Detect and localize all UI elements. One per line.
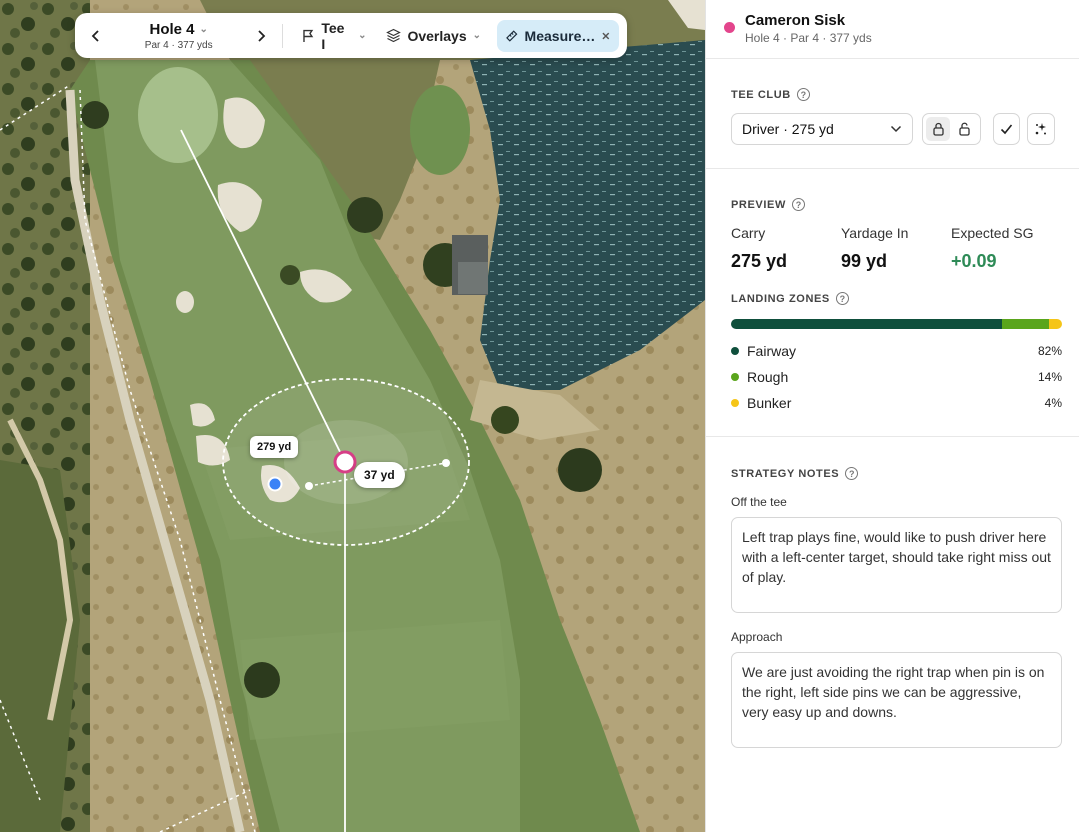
stat-carry: Carry 275 yd — [731, 225, 841, 272]
chevron-right-icon — [258, 29, 266, 42]
landing-zone-segment — [731, 319, 1003, 329]
ruler-icon — [506, 29, 518, 42]
zone-name: Fairway — [747, 343, 797, 359]
landing-zone-row: Bunker 4% — [731, 390, 1062, 416]
confirm-button[interactable] — [992, 113, 1021, 145]
distance-label-target: 37 yd — [354, 462, 405, 488]
map-toolbar: Hole 4 ⌄ Par 4 · 377 yds Tee I ⌄ Overlays… — [75, 13, 627, 58]
club-select-value: Driver · 275 yd — [742, 121, 834, 137]
chevron-left-icon — [91, 29, 99, 42]
chevron-down-icon: ⌄ — [472, 30, 482, 41]
stat-label: Expected SG — [951, 225, 1034, 241]
help-icon[interactable]: ? — [791, 198, 805, 211]
hole-subtitle: Par 4 · 377 yds — [144, 39, 213, 51]
landing-zone-segment — [1002, 319, 1049, 329]
unlock-button[interactable] — [952, 117, 977, 141]
chevron-down-icon — [890, 125, 901, 133]
landing-zones-heading: LANDING ZONES — [731, 292, 830, 305]
lock-button[interactable] — [925, 117, 951, 141]
stat-value: +0.09 — [951, 251, 997, 271]
course-map[interactable]: 279 yd 37 yd Hole 4 ⌄ Par 4 · 377 yds Tee… — [0, 0, 705, 832]
measure-label: Measure… — [524, 27, 596, 44]
stat-value: 99 yd — [841, 251, 888, 271]
stat-label: Yardage In — [841, 225, 909, 241]
player-name: Cameron Sisk — [745, 12, 846, 29]
lock-icon — [932, 122, 944, 136]
landing-zone-bar — [731, 319, 1062, 329]
landing-zone-segment — [1048, 319, 1062, 329]
preview-heading: PREVIEW — [731, 198, 786, 211]
aerial-map — [0, 0, 705, 832]
sparkle-icon — [1035, 123, 1047, 135]
help-icon[interactable]: ? — [835, 292, 849, 305]
toolbar-divider — [282, 23, 284, 48]
approach-label: Approach — [731, 630, 783, 644]
strategy-section: STRATEGY NOTES ? Off the tee Left trap p… — [706, 437, 1079, 748]
stat-yardage-in: Yardage In 99 yd — [841, 225, 951, 272]
auto-select-button[interactable] — [1027, 113, 1055, 145]
zone-color-dot — [731, 399, 739, 407]
help-icon[interactable]: ? — [845, 467, 859, 480]
stat-label: Carry — [731, 225, 766, 241]
stat-expected-sg: Expected SG +0.09 — [951, 225, 1061, 272]
zone-color-dot — [731, 373, 739, 381]
club-select[interactable]: Driver · 275 yd — [731, 113, 913, 145]
side-panel: Cameron Sisk Hole 4 · Par 4 · 377 yds TE… — [705, 0, 1079, 832]
check-icon — [1001, 124, 1013, 135]
landing-zone-row: Rough 14% — [731, 364, 1062, 390]
tee-club-section: TEE CLUB ? Driver · 275 yd — [706, 59, 1079, 169]
close-icon[interactable] — [601, 31, 611, 41]
chevron-down-icon: ⌄ — [358, 30, 367, 41]
landing-zone-list: Fairway 82% Rough 14% Bunker 4% — [731, 338, 1062, 416]
player-header: Cameron Sisk Hole 4 · Par 4 · 377 yds — [706, 0, 1079, 59]
next-hole-button[interactable] — [248, 21, 274, 51]
stat-value: 275 yd — [731, 251, 788, 271]
tee-club-heading: TEE CLUB — [731, 88, 791, 101]
layers-icon — [386, 28, 402, 43]
zone-name: Bunker — [747, 395, 792, 411]
overlays-button[interactable]: Overlays ⌄ — [376, 20, 491, 52]
tee-selector[interactable]: Tee I ⌄ — [291, 20, 376, 52]
strategy-heading: STRATEGY NOTES — [731, 467, 840, 480]
zone-percent: 4% — [1044, 396, 1062, 410]
off-tee-notes[interactable]: Left trap plays fine, would like to push… — [731, 517, 1062, 613]
landing-zone-row: Fairway 82% — [731, 338, 1062, 364]
distance-label-tee: 279 yd — [250, 436, 299, 458]
off-tee-label: Off the tee — [731, 495, 787, 509]
zone-percent: 82% — [1037, 344, 1062, 358]
preview-stats: Carry 275 yd Yardage In 99 yd Expected S… — [731, 225, 1061, 272]
preview-section: PREVIEW ? Carry 275 yd Yardage In 99 yd … — [706, 169, 1079, 437]
hole-selector[interactable]: Hole 4 ⌄ Par 4 · 377 yds — [109, 21, 249, 51]
help-icon[interactable]: ? — [796, 88, 810, 101]
chevron-down-icon: ⌄ — [199, 23, 208, 35]
unlock-icon — [959, 122, 970, 136]
hole-title: Hole 4 — [149, 20, 195, 38]
approach-notes[interactable]: We are just avoiding the right trap when… — [731, 652, 1062, 748]
zone-color-dot — [731, 347, 739, 355]
overlays-label: Overlays — [407, 27, 467, 44]
tee-label: Tee I — [321, 19, 345, 52]
player-subtitle: Hole 4 · Par 4 · 377 yds — [745, 31, 872, 45]
zone-name: Rough — [747, 369, 789, 385]
lock-toggle-group — [921, 113, 981, 145]
previous-hole-button[interactable] — [83, 21, 109, 51]
zone-percent: 14% — [1037, 370, 1062, 384]
player-color-dot — [724, 22, 735, 33]
measure-tool-button[interactable]: Measure… — [497, 19, 620, 52]
flag-icon — [303, 29, 314, 42]
